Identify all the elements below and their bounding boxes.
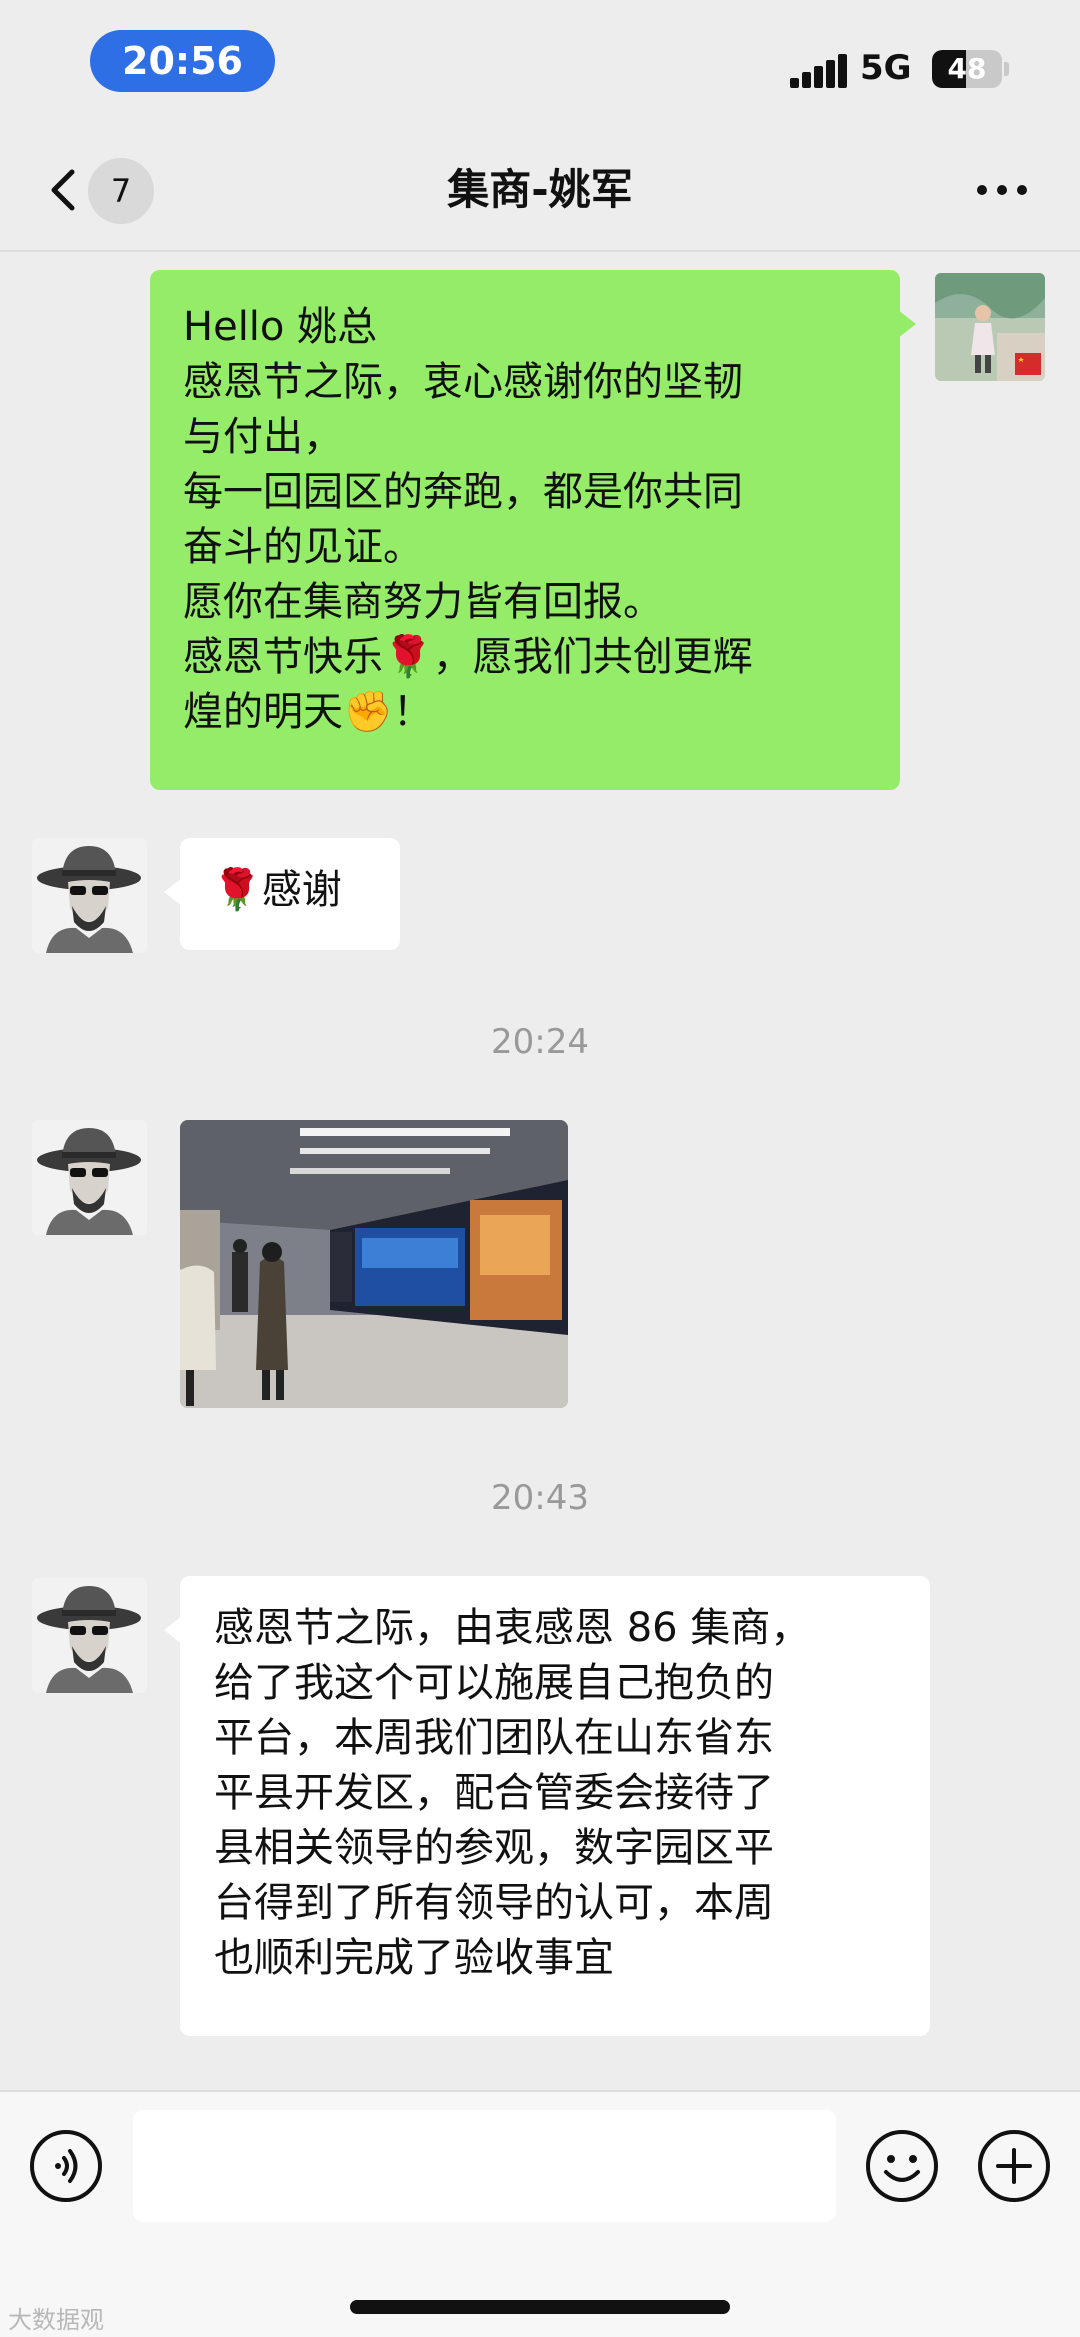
- network-type: 5G: [860, 48, 912, 88]
- plus-icon[interactable]: [976, 2128, 1052, 2204]
- battery-level: 48: [947, 52, 987, 85]
- more-icon[interactable]: [975, 178, 1029, 202]
- contact-avatar[interactable]: [32, 1120, 147, 1235]
- outgoing-message-bubble[interactable]: Hello 姚总 感恩节之际，衷心感谢你的坚韧 与付出， 每一回园区的奔跑，都是…: [150, 270, 916, 790]
- contact-avatar[interactable]: [32, 1578, 147, 1693]
- signal-icon: [790, 52, 847, 88]
- chat-screen: 20:56 5G 48 7 集商-姚军 Hello 姚总 感恩节之际，衷心感谢你…: [0, 0, 1080, 2337]
- voice-icon[interactable]: [28, 2128, 104, 2204]
- emoji-icon[interactable]: [864, 2128, 940, 2204]
- battery-tip: [1004, 62, 1009, 76]
- home-indicator[interactable]: [350, 2300, 730, 2314]
- shared-photo[interactable]: [180, 1120, 568, 1408]
- battery-icon: 48: [932, 50, 1002, 88]
- incoming-message-text: 感恩节之际，由衷感恩 86 集商， 给了我这个可以施展自己抱负的 平台，本周我们…: [214, 1605, 811, 1981]
- message-timestamp: 20:43: [491, 1478, 589, 1518]
- watermark: 大数据观: [8, 2306, 104, 2334]
- chat-title: 集商-姚军: [447, 165, 633, 214]
- message-input[interactable]: [133, 2110, 836, 2222]
- input-bar-divider: [0, 2090, 1080, 2092]
- message-timestamp: 20:24: [491, 1022, 589, 1062]
- status-time: 20:56: [90, 30, 275, 92]
- contact-avatar[interactable]: [32, 838, 147, 953]
- incoming-message-bubble[interactable]: 🌹感谢: [164, 838, 400, 950]
- nav-divider: [0, 250, 1080, 252]
- incoming-message-bubble[interactable]: 感恩节之际，由衷感恩 86 集商， 给了我这个可以施展自己抱负的 平台，本周我们…: [164, 1576, 930, 2036]
- my-avatar[interactable]: [935, 273, 1045, 381]
- outgoing-message-text: Hello 姚总 感恩节之际，衷心感谢你的坚韧 与付出， 每一回园区的奔跑，都是…: [183, 304, 753, 735]
- status-bar: 20:56 5G 48: [0, 0, 1080, 130]
- incoming-message-text: 🌹感谢: [212, 867, 342, 913]
